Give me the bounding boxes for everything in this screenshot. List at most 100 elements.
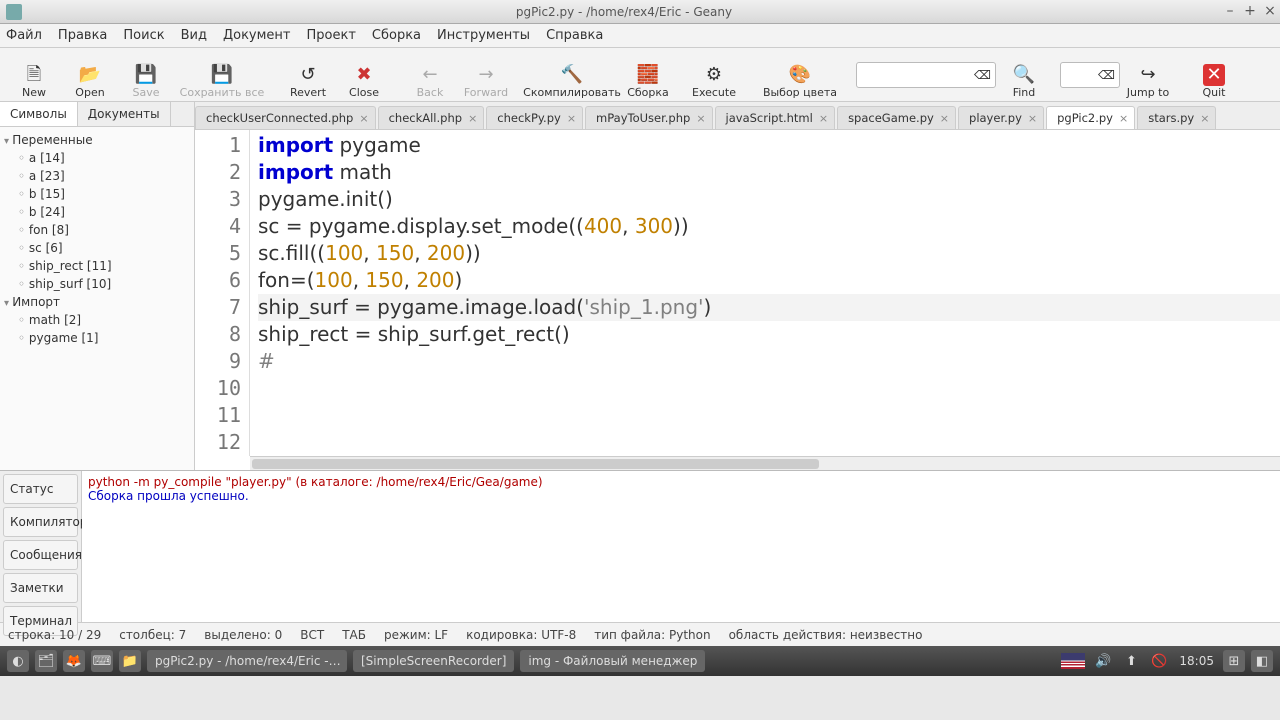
find-input[interactable]: ⌫ [856, 62, 996, 88]
tree-leaf[interactable]: sc [6] [0, 239, 194, 257]
execute-button[interactable]: ⚙Execute [686, 51, 742, 99]
revert-button[interactable]: ↺Revert [280, 51, 336, 99]
keyboard-layout-icon[interactable] [1061, 653, 1085, 669]
menu-file[interactable]: Файл [6, 28, 42, 43]
status-enc: кодировка: UTF-8 [466, 628, 576, 642]
menu-view[interactable]: Вид [181, 28, 207, 43]
status-bar: строка: 10 / 29 столбец: 7 выделено: 0 В… [0, 622, 1280, 646]
new-button[interactable]: 🗎New [6, 51, 62, 99]
tree-leaf[interactable]: b [24] [0, 203, 194, 221]
close-window-button[interactable]: × [1262, 4, 1278, 20]
arrow-left-icon: ← [422, 64, 437, 86]
file-tab[interactable]: stars.py× [1137, 106, 1216, 129]
close-tab-icon[interactable]: × [1119, 112, 1128, 125]
scrollbar-thumb[interactable] [252, 459, 819, 469]
taskbar-icon[interactable]: 🗂 [35, 650, 57, 672]
jump-input[interactable]: ⌫ [1060, 62, 1120, 88]
save-all-button[interactable]: 💾Сохранить все [174, 51, 270, 99]
symbol-tree[interactable]: Переменные a [14]a [23]b [15]b [24]fon [… [0, 127, 194, 470]
menu-project[interactable]: Проект [307, 28, 356, 43]
compiler-cmd: python -m py_compile "player.py" (в ката… [88, 475, 1274, 489]
forward-button[interactable]: →Forward [458, 51, 514, 99]
tree-cat-variables[interactable]: Переменные [0, 131, 194, 149]
start-button[interactable]: ◐ [7, 650, 29, 672]
file-tab[interactable]: checkPy.py× [486, 106, 583, 129]
taskbar-app-geany[interactable]: pgPic2.py - /home/rex4/Eric -… [147, 650, 347, 672]
msg-tab-status[interactable]: Статус [3, 474, 78, 504]
tray-icon[interactable]: ⊞ [1223, 650, 1245, 672]
file-tab[interactable]: mPayToUser.php× [585, 106, 713, 129]
taskbar-clock[interactable]: 18:05 [1179, 654, 1214, 668]
menu-search[interactable]: Поиск [123, 28, 164, 43]
menu-edit[interactable]: Правка [58, 28, 107, 43]
tree-leaf[interactable]: ship_rect [11] [0, 257, 194, 275]
open-button[interactable]: 📂Open [62, 51, 118, 99]
file-tab[interactable]: spaceGame.py× [837, 106, 956, 129]
tree-leaf[interactable]: pygame [1] [0, 329, 194, 347]
status-scope: область действия: неизвестно [729, 628, 923, 642]
sidebar-tab-documents[interactable]: Документы [78, 102, 171, 126]
compile-button[interactable]: 🔨Скомпилировать [524, 51, 620, 99]
msg-tab-notes[interactable]: Заметки [3, 573, 78, 603]
minimize-button[interactable]: – [1222, 4, 1238, 20]
file-tab[interactable]: javaScript.html× [715, 106, 836, 129]
taskbar-app-ssr[interactable]: [SimpleScreenRecorder] [353, 650, 514, 672]
app-icon [6, 4, 22, 20]
taskbar-icon[interactable]: 📁 [119, 650, 141, 672]
file-new-icon: 🗎 [27, 64, 41, 86]
build-button[interactable]: 🧱Сборка [620, 51, 676, 99]
clear-icon[interactable]: ⌫ [1098, 68, 1115, 82]
close-tab-icon[interactable]: × [940, 112, 949, 125]
close-tab-icon[interactable]: × [567, 112, 576, 125]
code-editor[interactable]: 12345678910111213 import pygameimport ma… [195, 130, 1280, 456]
close-tab-icon[interactable]: × [1200, 112, 1209, 125]
code-area[interactable]: import pygameimport mathpygame.init()sc … [250, 130, 1280, 456]
close-tab-icon[interactable]: × [1028, 112, 1037, 125]
file-tab[interactable]: checkUserConnected.php× [195, 106, 376, 129]
menu-tools[interactable]: Инструменты [437, 28, 530, 43]
close-tab-icon[interactable]: × [468, 112, 477, 125]
quit-button[interactable]: ✕Quit [1186, 51, 1242, 99]
color-picker-button[interactable]: 🎨Выбор цвета [752, 51, 848, 99]
file-tab[interactable]: checkAll.php× [378, 106, 485, 129]
jump-button[interactable]: ↪Jump to [1120, 51, 1176, 99]
tree-leaf[interactable]: fon [8] [0, 221, 194, 239]
tray-icon[interactable]: ⬆ [1120, 650, 1142, 672]
message-output[interactable]: python -m py_compile "player.py" (в ката… [82, 471, 1280, 622]
find-button[interactable]: 🔍Find [996, 51, 1052, 99]
tray-icon[interactable]: ◧ [1251, 650, 1273, 672]
tree-cat-import[interactable]: Импорт [0, 293, 194, 311]
status-mode: режим: LF [384, 628, 448, 642]
arrow-right-icon: → [478, 64, 493, 86]
horizontal-scrollbar[interactable] [250, 456, 1280, 470]
tree-leaf[interactable]: a [23] [0, 167, 194, 185]
tray-icon[interactable]: 🔊 [1092, 650, 1114, 672]
close-button[interactable]: ✖Close [336, 51, 392, 99]
msg-tab-messages[interactable]: Сообщения [3, 540, 78, 570]
menu-build[interactable]: Сборка [372, 28, 421, 43]
taskbar-app-fm[interactable]: img - Файловый менеджер [520, 650, 705, 672]
menu-document[interactable]: Документ [223, 28, 291, 43]
msg-tab-compiler[interactable]: Компилятор [3, 507, 78, 537]
close-tab-icon[interactable]: × [359, 112, 368, 125]
tree-leaf[interactable]: ship_surf [10] [0, 275, 194, 293]
tree-leaf[interactable]: b [15] [0, 185, 194, 203]
back-button[interactable]: ←Back [402, 51, 458, 99]
clear-icon[interactable]: ⌫ [974, 68, 991, 82]
tree-leaf[interactable]: a [14] [0, 149, 194, 167]
sidebar-tab-symbols[interactable]: Символы [0, 102, 78, 126]
tray-icon[interactable]: 🚫 [1148, 650, 1170, 672]
close-tab-icon[interactable]: × [696, 112, 705, 125]
file-tab[interactable]: player.py× [958, 106, 1044, 129]
close-tab-icon[interactable]: × [819, 112, 828, 125]
palette-icon: 🎨 [789, 64, 811, 86]
save-button[interactable]: 💾Save [118, 51, 174, 99]
save-icon: 💾 [135, 64, 157, 86]
taskbar-icon[interactable]: ⌨ [91, 650, 113, 672]
tree-leaf[interactable]: math [2] [0, 311, 194, 329]
file-tab[interactable]: pgPic2.py× [1046, 106, 1135, 129]
window-title: pgPic2.py - /home/rex4/Eric - Geany [28, 5, 1220, 19]
maximize-button[interactable]: + [1242, 4, 1258, 20]
taskbar-icon[interactable]: 🦊 [63, 650, 85, 672]
menu-help[interactable]: Справка [546, 28, 603, 43]
